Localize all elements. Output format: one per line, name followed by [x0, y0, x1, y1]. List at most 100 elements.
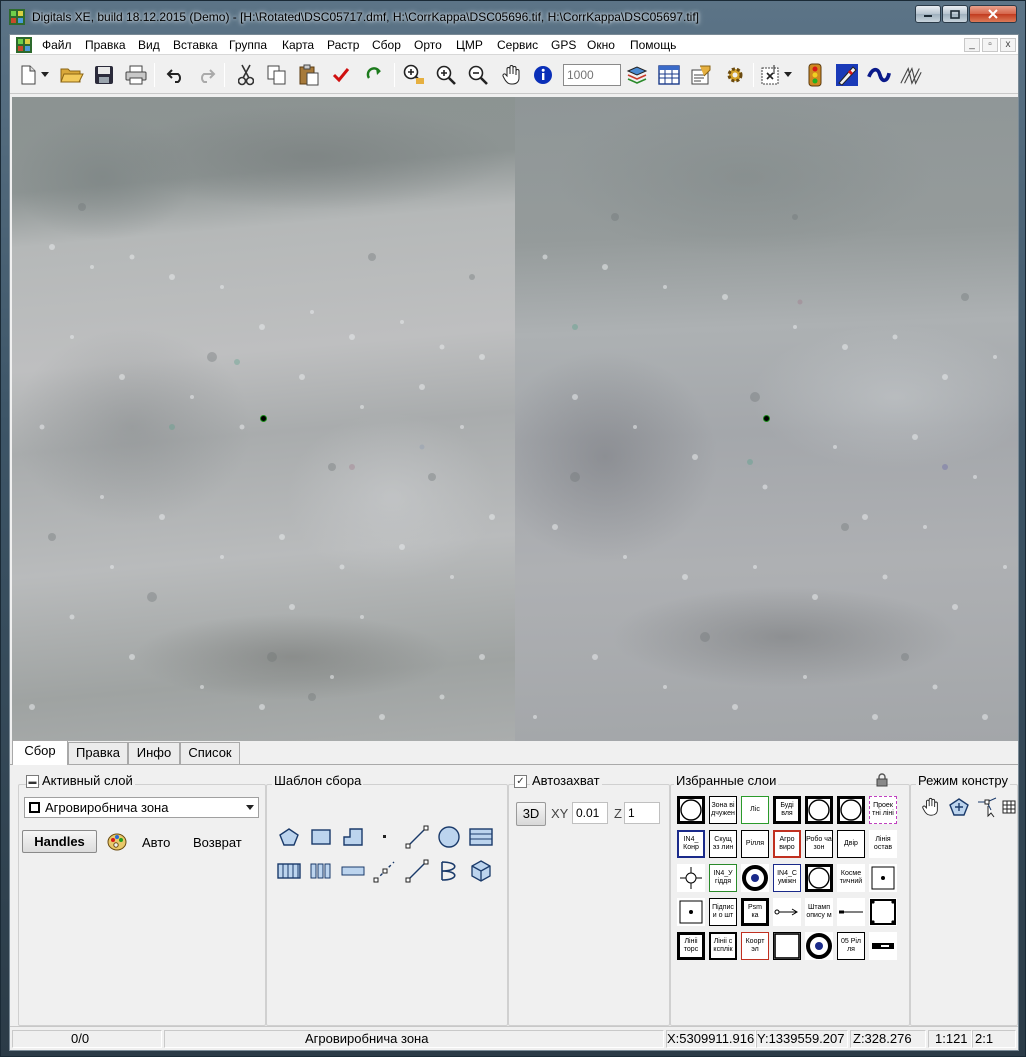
save-icon[interactable]	[92, 63, 116, 87]
node-select-icon[interactable]	[976, 796, 998, 818]
favorite-layer-11[interactable]: Робо ча зон	[805, 830, 833, 858]
auto-button[interactable]: Авто	[142, 835, 170, 850]
left-image-pane[interactable]	[12, 97, 515, 741]
favorite-layer-12[interactable]: Двiр	[837, 830, 865, 858]
menu-map[interactable]: Карта	[282, 38, 314, 52]
favorite-layer-2[interactable]: Лiс	[741, 796, 769, 824]
grid-rect-icon[interactable]	[276, 858, 302, 884]
favorite-layer-32[interactable]	[805, 932, 833, 960]
menu-view[interactable]: Вид	[138, 38, 160, 52]
lines-icon[interactable]	[899, 63, 923, 87]
lock-icon[interactable]	[876, 773, 888, 787]
favorite-layer-0[interactable]	[677, 796, 705, 824]
favorite-layer-16[interactable]	[741, 864, 769, 892]
btn-3d[interactable]: 3D	[516, 802, 546, 826]
redo-icon[interactable]	[194, 63, 218, 87]
menu-service[interactable]: Сервис	[497, 38, 538, 52]
favorite-layer-1[interactable]: Зона вi дчужен	[709, 796, 737, 824]
autosnap-checkbox[interactable]: ✓	[514, 775, 527, 788]
rectangle-icon[interactable]	[308, 824, 334, 850]
print-icon[interactable]	[124, 63, 148, 87]
tab-collect[interactable]: Сбор	[12, 740, 68, 765]
favorite-layer-3[interactable]: Будi вля	[773, 796, 801, 824]
menu-file[interactable]: Файл	[42, 38, 72, 52]
open-folder-icon[interactable]	[60, 63, 84, 87]
polygon-icon[interactable]	[276, 824, 302, 850]
hatch-rect-icon[interactable]	[468, 824, 494, 850]
new-file-icon[interactable]	[16, 63, 40, 87]
menu-dem[interactable]: ЦМР	[456, 38, 483, 52]
new-file-dropdown-icon[interactable]	[39, 63, 51, 87]
favorite-layer-34[interactable]	[869, 932, 897, 960]
favorite-layer-33[interactable]: 05 Рiл ля	[837, 932, 865, 960]
table-grid-icon[interactable]	[1000, 796, 1018, 818]
favorite-layer-28[interactable]: Лiнii торс	[677, 932, 705, 960]
dotted-line-icon[interactable]	[404, 858, 430, 884]
pencil-icon[interactable]	[835, 63, 859, 87]
document-icon[interactable]	[16, 37, 32, 53]
favorite-layer-9[interactable]: Рiлля	[741, 830, 769, 858]
bezier-icon[interactable]	[436, 858, 462, 884]
info-icon[interactable]	[531, 63, 555, 87]
title-bar[interactable]: Digitals XE, build 18.12.2015 (Demo) - […	[1, 1, 1026, 33]
favorite-layer-22[interactable]: Пiдпис и о шт	[709, 898, 737, 926]
favorite-layer-17[interactable]: IN4_C умiжн	[773, 864, 801, 892]
line-icon[interactable]	[404, 824, 430, 850]
favorite-layer-23[interactable]: Psm ка	[741, 898, 769, 926]
favorite-layer-24[interactable]	[773, 898, 801, 926]
dashed-line-icon[interactable]	[372, 858, 398, 884]
refresh-icon[interactable]	[363, 63, 387, 87]
pan-hand-icon[interactable]	[500, 63, 524, 87]
copy-icon[interactable]	[265, 63, 289, 87]
palette-icon[interactable]	[106, 830, 128, 854]
menu-insert[interactable]: Вставка	[173, 38, 218, 52]
favorite-layer-26[interactable]	[837, 898, 865, 926]
menu-ortho[interactable]: Орто	[414, 38, 442, 52]
favorite-layer-10[interactable]: Агро виро	[773, 830, 801, 858]
tab-edit[interactable]: Правка	[68, 742, 128, 764]
menu-help[interactable]: Помощь	[630, 38, 676, 52]
select-tool-icon[interactable]	[759, 63, 783, 87]
menu-gps[interactable]: GPS	[551, 38, 576, 52]
menu-group[interactable]: Группа	[229, 38, 267, 52]
point-icon[interactable]	[372, 824, 398, 850]
cut-icon[interactable]	[234, 63, 258, 87]
double-line-icon[interactable]	[340, 858, 366, 884]
favorite-layer-20[interactable]	[869, 864, 897, 892]
check-icon[interactable]	[329, 63, 353, 87]
properties-icon[interactable]	[689, 63, 713, 87]
curve-icon[interactable]	[867, 63, 891, 87]
favorite-layer-14[interactable]	[677, 864, 705, 892]
zoom-window-icon[interactable]	[402, 63, 426, 87]
paste-icon[interactable]	[297, 63, 321, 87]
triple-bar-icon[interactable]	[308, 858, 334, 884]
minimize-button[interactable]	[915, 5, 941, 23]
favorite-layer-5[interactable]	[837, 796, 865, 824]
close-button[interactable]	[969, 5, 1017, 23]
layers-icon[interactable]	[625, 63, 649, 87]
orthogonal-polygon-icon[interactable]	[340, 824, 366, 850]
table-icon[interactable]	[657, 63, 681, 87]
settings-gear-icon[interactable]	[723, 63, 747, 87]
menu-edit[interactable]: Правка	[85, 38, 126, 52]
favorite-layer-27[interactable]	[869, 898, 897, 926]
stereo-viewport[interactable]	[12, 97, 1018, 741]
active-layer-select[interactable]: Агровиробнича зона	[24, 797, 259, 818]
hand-icon[interactable]	[920, 796, 942, 818]
favorite-layer-25[interactable]: Штамп описy м	[805, 898, 833, 926]
polygon-plus-icon[interactable]	[948, 796, 970, 818]
maximize-button[interactable]	[942, 5, 968, 23]
handles-button[interactable]: Handles	[22, 830, 97, 853]
mdi-restore-button[interactable]: ▫	[982, 38, 998, 52]
favorite-layer-19[interactable]: Косме тичний	[837, 864, 865, 892]
xy-tolerance-input[interactable]: 0.01	[572, 802, 608, 824]
zoom-in-icon[interactable]	[434, 63, 458, 87]
traffic-light-icon[interactable]	[803, 63, 827, 87]
favorite-layer-8[interactable]: Скущ эз лин	[709, 830, 737, 858]
mdi-close-button[interactable]: x	[1000, 38, 1016, 52]
favorite-layer-18[interactable]	[805, 864, 833, 892]
tab-list[interactable]: Список	[180, 742, 240, 764]
right-image-pane[interactable]	[515, 97, 1018, 741]
circle-icon[interactable]	[436, 824, 462, 850]
cube-icon[interactable]	[468, 858, 494, 884]
